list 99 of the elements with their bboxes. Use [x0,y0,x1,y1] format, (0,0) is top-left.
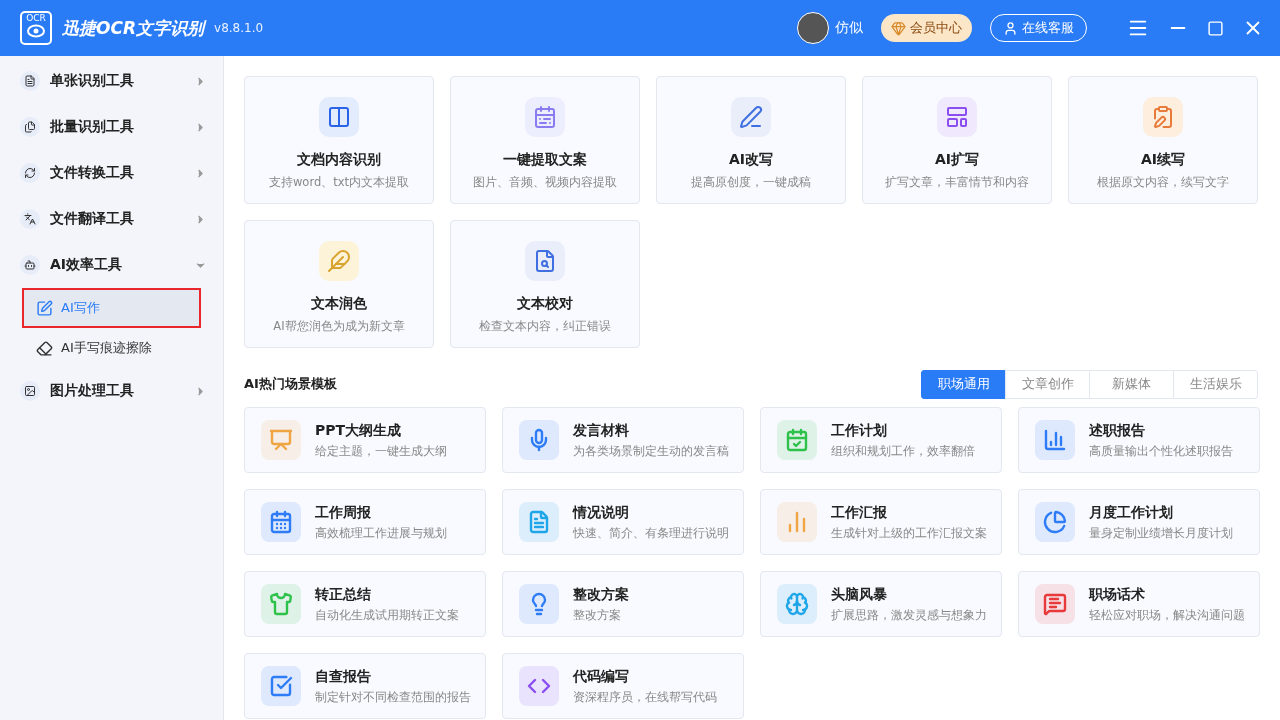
tool-description: 提高原创度，一键成稿 [691,175,811,190]
template-card[interactable]: PPT大纲生成 给定主题，一键生成大纲 [244,407,486,473]
template-title: 自查报告 [315,667,372,686]
template-title: 情况说明 [573,503,630,522]
app-logo: OCR [20,11,52,45]
tool-card[interactable]: AI续写 根据原文内容，续写文字 [1068,76,1258,204]
tool-title: AI续写 [1140,151,1185,169]
template-title: 工作计划 [831,421,888,440]
sidebar-item[interactable]: 图片处理工具 [0,368,223,414]
template-description: 资深程序员，在线帮写代码 [573,689,717,705]
tool-description: 扩写文章，丰富情节和内容 [885,175,1029,190]
template-card[interactable]: 发言材料 为各类场景制定生动的发言稿 [502,407,744,473]
tool-description: 根据原文内容，续写文字 [1097,175,1229,190]
category-tab[interactable]: 文章创作 [1005,369,1090,399]
tool-icon [20,209,40,229]
tool-title: 文本校对 [517,295,573,313]
template-title: 头脑风暴 [831,585,888,604]
template-description: 为各类场景制定生动的发言稿 [573,443,727,459]
template-description: 高质量输出个性化述职报告 [1089,443,1233,459]
tool-card[interactable]: 一键提取文案 图片、音频、视频内容提取 [450,76,640,204]
vip-center-button[interactable]: 会员中心 [881,14,972,42]
template-card[interactable]: 自查报告 制定针对不同检查范围的报告 [244,653,486,719]
template-description: 高效梳理工作进展与规划 [315,525,447,541]
tool-title: 文本润色 [311,295,367,313]
user-avatar[interactable] [797,12,829,44]
tool-title: 文档内容识别 [297,151,381,169]
tool-icon [1143,97,1183,137]
eraser-icon [36,339,53,357]
app-name: 迅捷OCR文字识别 [62,16,205,40]
section-title: AI热门场景模板 [244,375,338,393]
template-title: 代码编写 [573,667,630,686]
sidebar-subitem[interactable]: AI手写痕迹擦除 [22,328,201,368]
template-description: 自动化生成试用期转正文案 [315,607,459,623]
sidebar-item[interactable]: AI效率工具 [0,242,223,288]
tool-icon [20,117,40,137]
tool-icon [525,97,565,137]
tool-icon [20,163,40,183]
tool-title: AI扩写 [934,151,979,169]
diamond-icon [891,20,906,36]
template-card[interactable]: 月度工作计划 量身定制业绩增长月度计划 [1018,489,1260,555]
category-tab[interactable]: 职场通用 [921,369,1006,399]
template-card[interactable]: 工作计划 组织和规划工作，效率翻倍 [760,407,1002,473]
user-name[interactable]: 仿似 [835,19,863,37]
category-tab[interactable]: 新媒体 [1089,369,1174,399]
template-description: 整改方案 [573,607,622,623]
tool-icon [937,97,977,137]
template-description: 生成针对上级的工作汇报文案 [831,525,985,541]
template-card[interactable]: 工作周报 高效梳理工作进展与规划 [244,489,486,555]
template-card[interactable]: 代码编写 资深程序员，在线帮写代码 [502,653,744,719]
template-title: 职场话术 [1089,585,1146,604]
sidebar-item[interactable]: 批量识别工具 [0,104,223,150]
tool-icon [731,97,771,137]
template-title: 整改方案 [573,585,629,604]
template-description: 组织和规划工作，效率翻倍 [831,443,975,459]
template-card[interactable]: 转正总结 自动化生成试用期转正文案 [244,571,486,637]
tool-title: 一键提取文案 [503,151,587,169]
tool-icon [319,241,359,281]
person-icon [1003,20,1018,36]
template-description: 给定主题，一键生成大纲 [315,443,447,459]
tool-card[interactable]: AI扩写 扩写文章，丰富情节和内容 [862,76,1052,204]
template-title: 月度工作计划 [1089,503,1174,522]
tool-icon [20,255,40,275]
tool-description: 支持word、txt内文本提取 [268,175,410,190]
template-title: 发言材料 [573,421,630,440]
tool-icon [20,381,40,401]
template-title: 工作周报 [315,503,372,522]
template-title: PPT大纲生成 [315,421,403,440]
tool-icon [20,71,40,91]
template-card[interactable]: 情况说明 快速、简介、有条理进行说明 [502,489,744,555]
pen-icon [36,299,53,317]
tool-title: AI改写 [728,151,773,169]
tool-card[interactable]: AI改写 提高原创度，一键成稿 [656,76,846,204]
template-card[interactable]: 头脑风暴 扩展思路，激发灵感与想象力 [760,571,1002,637]
maximize-icon[interactable] [1207,19,1224,37]
template-card[interactable]: 工作汇报 生成针对上级的工作汇报文案 [760,489,1002,555]
template-description: 快速、简介、有条理进行说明 [573,525,727,541]
template-description: 量身定制业绩增长月度计划 [1089,525,1233,541]
template-description: 制定针对不同检查范围的报告 [315,689,469,705]
template-card[interactable]: 述职报告 高质量输出个性化述职报告 [1018,407,1260,473]
tool-icon [525,241,565,281]
sidebar-item[interactable]: 文件翻译工具 [0,196,223,242]
tool-description: AI帮您润色为成为新文章 [273,319,405,334]
template-description: 轻松应对职场，解决沟通问题 [1089,607,1243,623]
tool-description: 检查文本内容，纠正错误 [479,319,611,334]
tool-description: 图片、音频、视频内容提取 [473,175,617,190]
template-card[interactable]: 职场话术 轻松应对职场，解决沟通问题 [1018,571,1260,637]
template-card[interactable]: 整改方案 整改方案 [502,571,744,637]
tool-card[interactable]: 文档内容识别 支持word、txt内文本提取 [244,76,434,204]
tool-card[interactable]: 文本校对 检查文本内容，纠正错误 [450,220,640,348]
template-title: 述职报告 [1089,421,1146,440]
sidebar-item[interactable]: 文件转换工具 [0,150,223,196]
template-description: 扩展思路，激发灵感与想象力 [831,607,985,623]
template-title: 转正总结 [315,585,372,604]
tool-icon [319,97,359,137]
category-tab[interactable]: 生活娱乐 [1173,369,1258,399]
template-title: 工作汇报 [831,503,888,522]
sidebar-item[interactable]: 单张识别工具 [0,58,223,104]
version-label: v8.8.1.0 [214,21,264,35]
tool-card[interactable]: 文本润色 AI帮您润色为成为新文章 [244,220,434,348]
